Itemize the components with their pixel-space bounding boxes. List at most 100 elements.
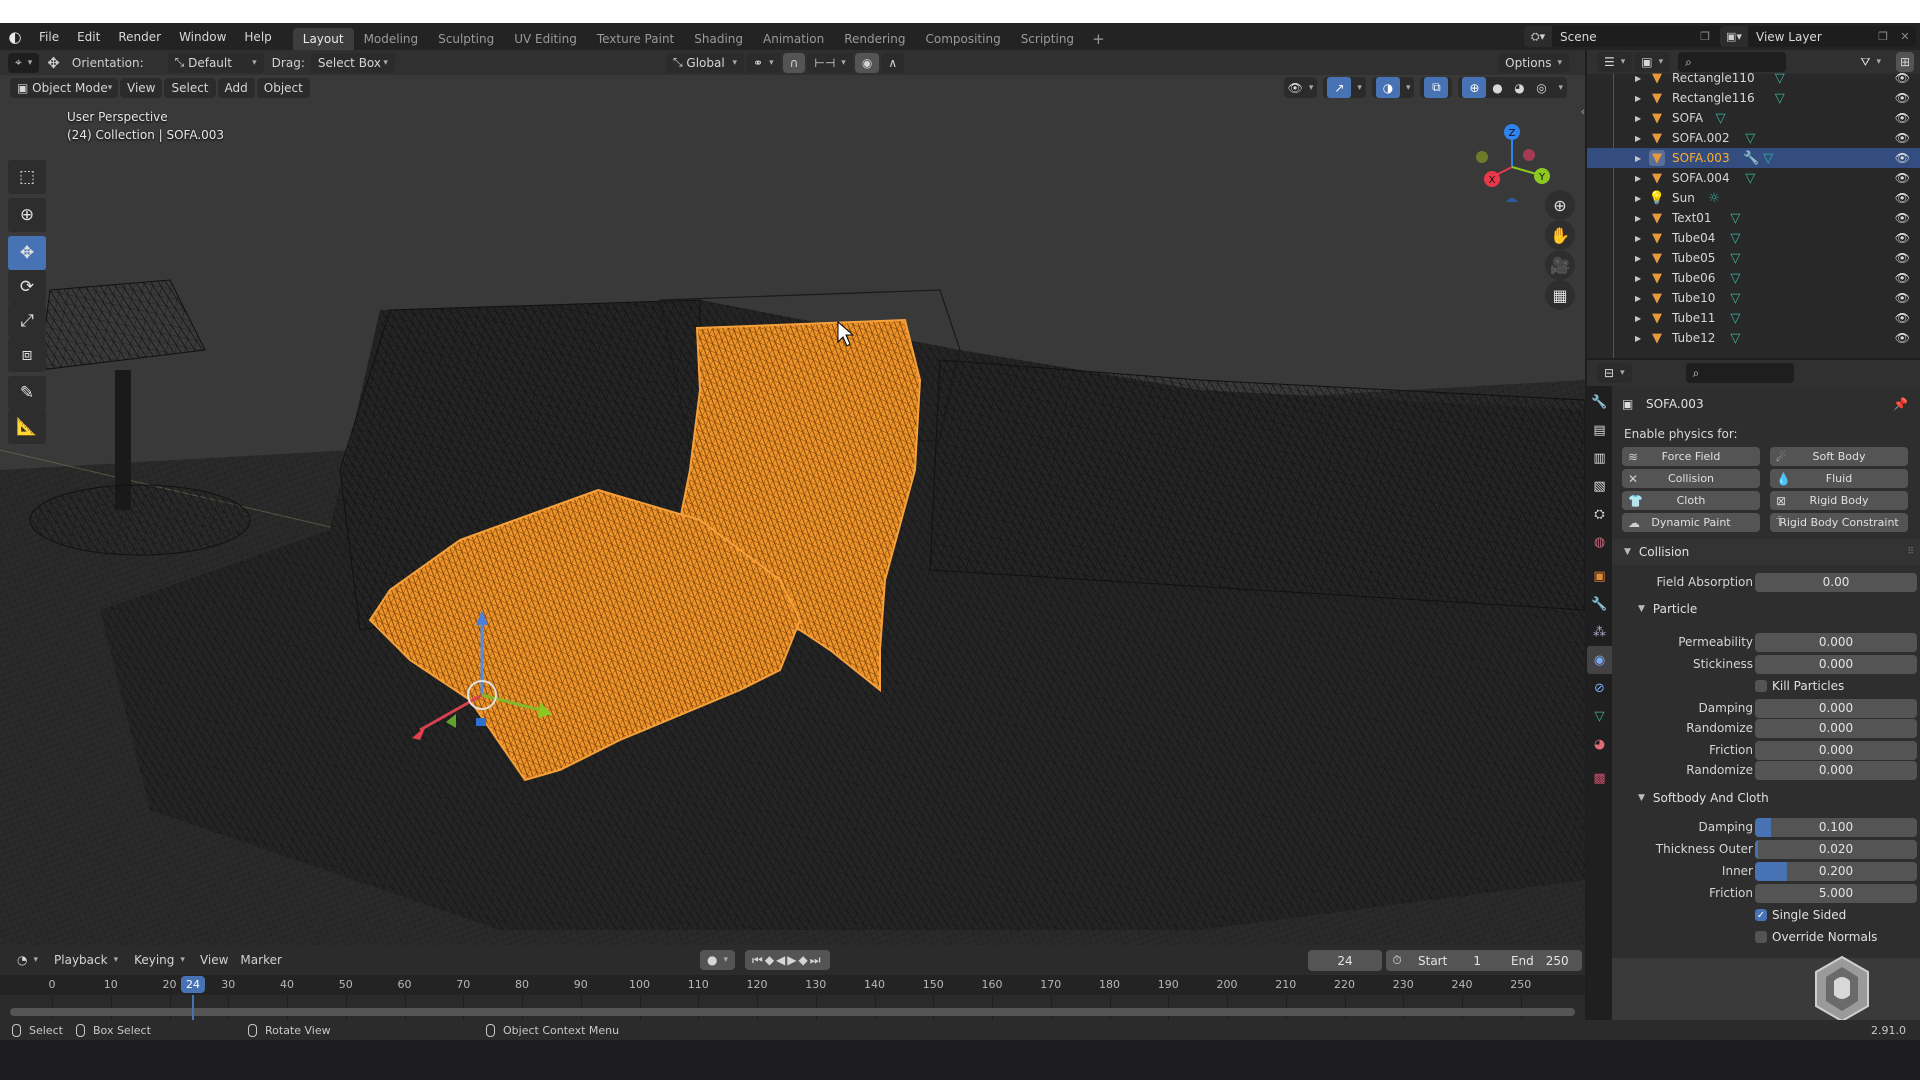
mesh-data-icon[interactable]: ▽ xyxy=(1730,211,1740,226)
expand-arrow-icon[interactable]: ▶ xyxy=(1635,154,1641,163)
cloth-button[interactable]: 👕 Cloth xyxy=(1622,491,1760,510)
outliner-item-name[interactable]: Tube11 xyxy=(1672,311,1715,325)
mesh-object-icon[interactable]: ▼ xyxy=(1649,150,1665,166)
mesh-object-icon[interactable]: ▼ xyxy=(1649,110,1665,126)
mesh-data-icon[interactable]: ▽ xyxy=(1730,251,1740,266)
stopwatch-icon[interactable]: ⏱ xyxy=(1386,953,1408,968)
mesh-data-icon[interactable]: ▽ xyxy=(1730,271,1740,286)
auto-keying-record-icon[interactable]: ● ▾ xyxy=(700,950,736,970)
mesh-data-icon[interactable]: ▽ xyxy=(1745,131,1755,146)
particle-friction-field[interactable]: 0.000 xyxy=(1755,740,1917,760)
material-shading-icon[interactable]: ◕ xyxy=(1508,77,1530,98)
xray-icon[interactable]: ⧉ xyxy=(1424,77,1449,98)
light-object-icon[interactable]: 💡 xyxy=(1649,190,1665,206)
mesh-object-icon[interactable]: ▼ xyxy=(1649,250,1665,266)
outliner-item-name[interactable]: Sun xyxy=(1672,191,1695,205)
menu-add[interactable]: Add xyxy=(217,77,255,98)
tool-tab-icon[interactable]: 🔧 xyxy=(1587,388,1612,416)
cursor-tool-icon[interactable]: ⊕ xyxy=(8,198,46,232)
sidebar-toggle-chevron-icon[interactable]: ‹ xyxy=(1581,105,1585,118)
tab-uv-editing[interactable]: UV Editing xyxy=(504,28,587,50)
mesh-data-icon[interactable]: ▽ xyxy=(1716,111,1726,126)
visibility-eye-icon[interactable]: 👁 xyxy=(1895,151,1910,165)
menu-view[interactable]: View xyxy=(120,77,163,98)
snap-toggle[interactable]: ∩ xyxy=(782,52,806,73)
softbody-damping-slider[interactable]: 0.100 xyxy=(1755,817,1917,837)
visibility-eye-icon[interactable]: 👁 xyxy=(1895,211,1910,225)
select-box-tool-icon[interactable]: ⬚ xyxy=(8,160,46,194)
annotate-tool-icon[interactable]: ✎ xyxy=(8,376,46,410)
mesh-data-icon[interactable]: ▽ xyxy=(1763,151,1773,166)
render-tab-icon[interactable]: ▤ xyxy=(1587,416,1612,444)
tab-layout[interactable]: Layout xyxy=(292,28,354,50)
visibility-eye-icon[interactable]: 👁 xyxy=(1895,131,1910,145)
expand-arrow-icon[interactable]: ▶ xyxy=(1635,94,1641,103)
mesh-data-tab-icon[interactable]: ▽ xyxy=(1587,702,1612,730)
outliner-item[interactable]: ▶ ▼ Tube12 ▽ 👁 xyxy=(1587,328,1920,348)
expand-arrow-icon[interactable]: ▶ xyxy=(1635,134,1641,143)
visibility-eye-icon[interactable]: 👁 xyxy=(1895,271,1910,285)
kill-particles-checkbox[interactable]: Kill Particles xyxy=(1755,679,1844,693)
outliner-item[interactable]: ▶ 💡 Sun ☼ 👁 xyxy=(1587,188,1920,208)
world-tab-icon[interactable]: ◍ xyxy=(1587,528,1612,556)
proportional-editing-toggle[interactable]: ◉ xyxy=(854,52,880,73)
tab-compositing[interactable]: Compositing xyxy=(915,28,1010,50)
thickness-outer-slider[interactable]: 0.020 xyxy=(1755,839,1917,859)
expand-arrow-icon[interactable]: ▶ xyxy=(1635,74,1641,83)
transform-orientation-dropdown[interactable]: ⤡ Global ▾ xyxy=(666,52,744,73)
expand-arrow-icon[interactable]: ▶ xyxy=(1635,274,1641,283)
mesh-data-icon[interactable]: ▽ xyxy=(1730,311,1740,326)
outliner-item-partial[interactable] xyxy=(1587,348,1920,356)
mesh-object-icon[interactable]: ▼ xyxy=(1649,210,1665,226)
menu-file[interactable]: File xyxy=(30,30,68,44)
object-tab-icon[interactable]: ▣ xyxy=(1587,562,1612,590)
mode-dropdown[interactable]: ▣ Object Mode ▾ xyxy=(10,77,118,98)
mesh-object-icon[interactable]: ▼ xyxy=(1649,290,1665,306)
outliner-item-name[interactable]: SOFA.003 xyxy=(1672,151,1730,165)
outliner-item-name[interactable]: SOFA.002 xyxy=(1672,131,1730,145)
menu-render[interactable]: Render xyxy=(109,30,170,44)
overlays-icon[interactable]: ◑ xyxy=(1375,77,1400,98)
gizmo-icon[interactable]: ↗ xyxy=(1327,77,1352,98)
navigation-gizmo[interactable]: Z X Y xyxy=(1457,112,1567,202)
outliner-item-name[interactable]: Rectangle110 xyxy=(1672,71,1755,85)
drag-handle-icon[interactable]: ⠿ xyxy=(1907,547,1914,557)
mesh-data-icon[interactable]: ▽ xyxy=(1730,331,1740,346)
expand-arrow-icon[interactable]: ▶ xyxy=(1635,214,1641,223)
menu-edit[interactable]: Edit xyxy=(68,30,109,44)
softbody-friction-field[interactable]: 5.000 xyxy=(1755,883,1917,903)
modifier-tab-icon[interactable]: 🔧 xyxy=(1587,590,1612,618)
jump-end-icon[interactable]: ⏭ xyxy=(810,953,823,968)
pan-view-hand-icon[interactable]: ✋ xyxy=(1545,220,1575,250)
timeline-view-menu[interactable]: View xyxy=(194,953,234,967)
outliner-item[interactable]: ▶ ▼ SOFA.002 ▽ 👁 xyxy=(1587,128,1920,148)
particle-subpanel-header[interactable]: ▼ Particle xyxy=(1612,596,1920,622)
expand-arrow-icon[interactable]: ▶ xyxy=(1635,194,1641,203)
mesh-data-icon[interactable]: ▽ xyxy=(1775,91,1785,106)
light-data-icon[interactable]: ☼ xyxy=(1708,191,1720,206)
gizmo-toggle[interactable]: ↗ ▾ xyxy=(1323,77,1366,98)
camera-view-icon[interactable]: 🎥 xyxy=(1545,250,1575,280)
dynamic-paint-button[interactable]: ☁ Dynamic Paint xyxy=(1622,513,1760,532)
soft-body-button[interactable]: ☄ Soft Body xyxy=(1770,447,1908,466)
mesh-object-icon[interactable]: ▼ xyxy=(1649,310,1665,326)
expand-arrow-icon[interactable]: ▶ xyxy=(1635,254,1641,263)
playhead-frame-indicator[interactable]: 24 xyxy=(181,976,205,993)
play-icon[interactable]: ▶ xyxy=(787,953,798,967)
mesh-object-icon[interactable]: ▼ xyxy=(1649,270,1665,286)
scene-tab-icon[interactable]: ⛭ xyxy=(1587,500,1612,528)
expand-arrow-icon[interactable]: ▶ xyxy=(1635,294,1641,303)
force-field-button[interactable]: ≋ Force Field xyxy=(1622,447,1760,466)
collision-button[interactable]: ✕ Collision xyxy=(1622,469,1760,488)
blender-logo-icon[interactable]: ◐ xyxy=(0,23,30,50)
properties-search-input[interactable]: ⌕ xyxy=(1685,363,1794,383)
outliner-item[interactable]: ▶ ▼ SOFA.003 🔧 ▽ 👁 xyxy=(1587,148,1920,168)
tab-sculpting[interactable]: Sculpting xyxy=(428,28,504,50)
viewport-scene[interactable] xyxy=(0,50,1585,945)
overlays-toggle[interactable]: ◑ ▾ xyxy=(1371,77,1415,98)
physics-tab-icon[interactable]: ◉ xyxy=(1587,646,1612,674)
scene-icon[interactable]: ⛭▾ xyxy=(1524,26,1552,47)
mesh-object-icon[interactable]: ▼ xyxy=(1649,70,1665,86)
orientation-dropdown[interactable]: ⤡ Default ▾ xyxy=(167,52,264,73)
mesh-object-icon[interactable]: ▼ xyxy=(1649,230,1665,246)
